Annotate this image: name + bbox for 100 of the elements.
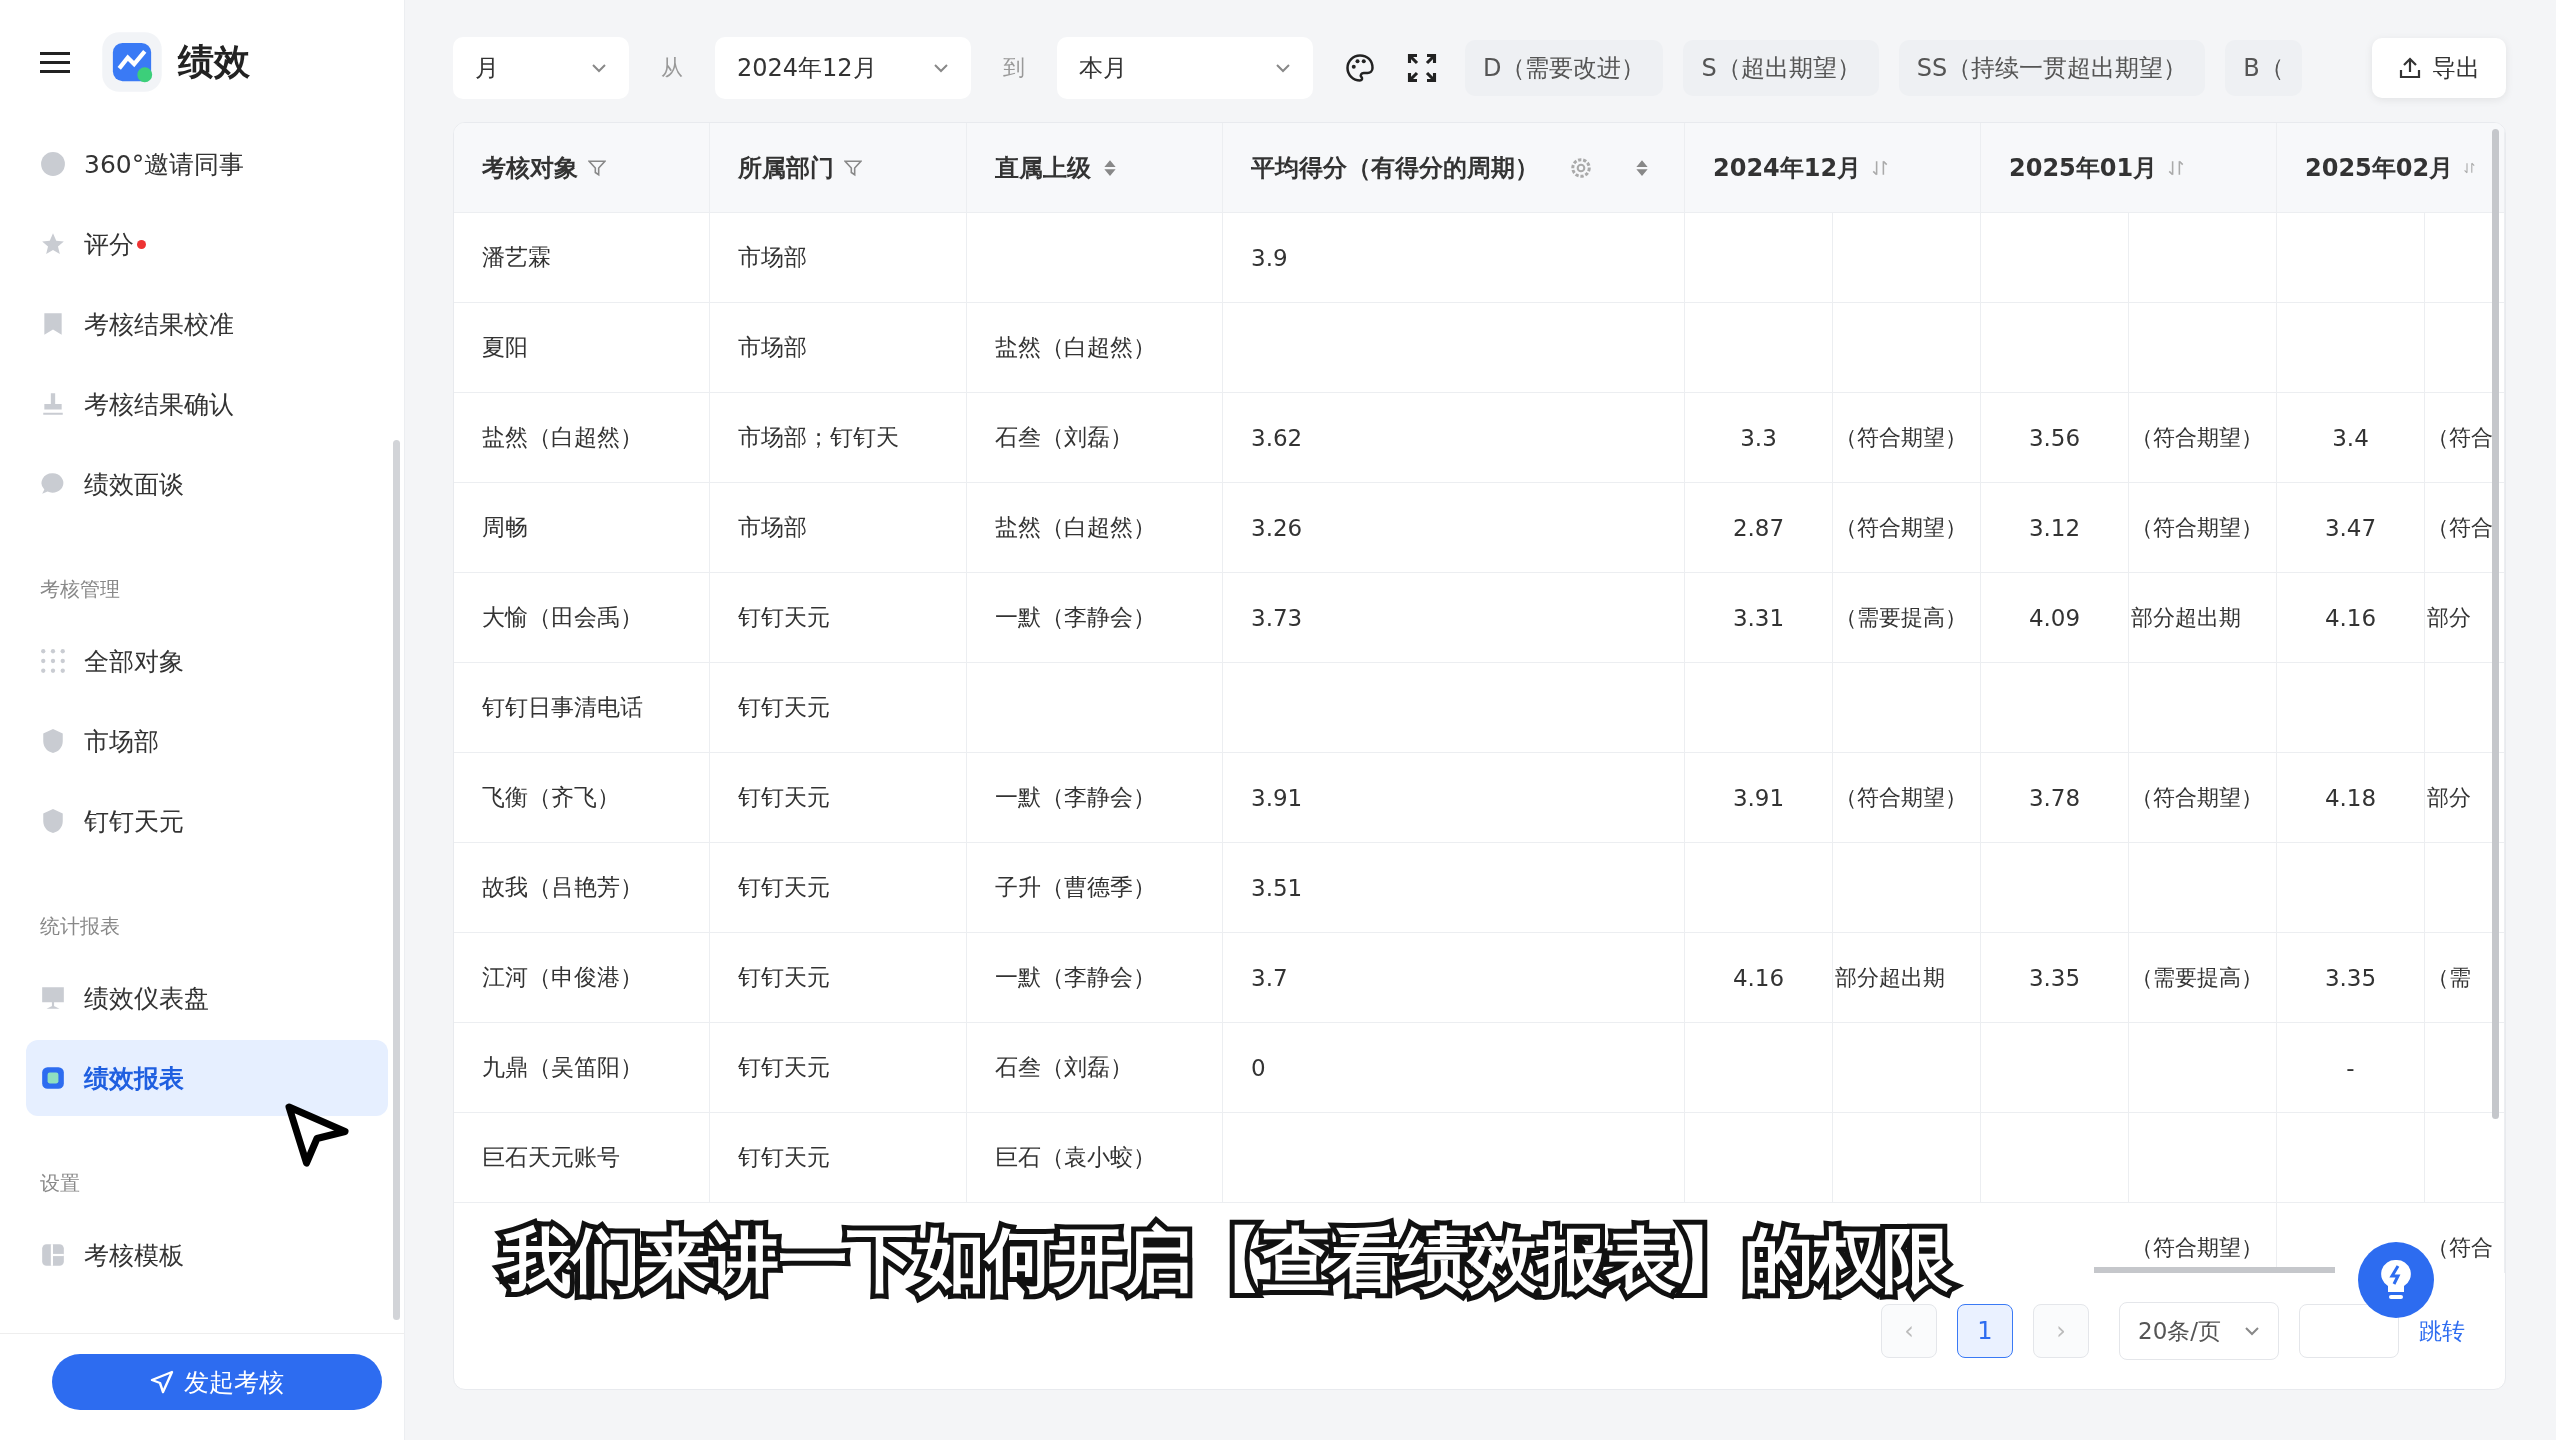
table-cell: 3.35	[2277, 933, 2425, 1023]
template-icon	[40, 1242, 66, 1268]
nav-label: 钉钉天元	[84, 805, 184, 838]
nav-label: 考核模板	[84, 1239, 184, 1272]
table-cell: 3.91	[1685, 753, 1833, 843]
column-header[interactable]: 2024年12月	[1685, 123, 1981, 213]
nav-label: 市场部	[84, 725, 159, 758]
menu-icon[interactable]	[40, 50, 70, 74]
subtitle: 我们来讲一下如何开启【查看绩效报表】的权限	[490, 1218, 1963, 1303]
to-label: 到	[1002, 54, 1026, 82]
scrollbar[interactable]	[2492, 129, 2499, 1119]
palette-icon[interactable]	[1345, 53, 1375, 83]
lightbulb-icon[interactable]	[2356, 1240, 2436, 1320]
nav-item[interactable]: 钉钉天元	[26, 783, 388, 859]
table-cell: （符合期望）	[2129, 753, 2277, 843]
page-input[interactable]	[2299, 1304, 2399, 1358]
table-cell: 3.4	[2277, 393, 2425, 483]
nav-item[interactable]: 市场部	[26, 703, 388, 779]
table-cell: 2.87	[1685, 483, 1833, 573]
nav-item[interactable]: 全部对象	[26, 623, 388, 699]
start-review-button[interactable]: 发起考核	[52, 1354, 382, 1410]
scrollbar[interactable]	[393, 440, 400, 1320]
table-cell: 九鼎（吴笛阳）	[454, 1023, 710, 1113]
column-header[interactable]: 直属上级	[967, 123, 1223, 213]
table-cell: 故我（吕艳芳）	[454, 843, 710, 933]
column-header[interactable]: 平均得分（有得分的周期）	[1223, 123, 1685, 213]
table-cell: 巨石天元账号	[454, 1113, 710, 1203]
start-month-select[interactable]: 2024年12月	[715, 37, 971, 99]
page-button[interactable]: 1	[1957, 1304, 2013, 1358]
grade-filter-chip[interactable]: S（超出期望）	[1683, 40, 1879, 96]
stamp-icon	[40, 391, 66, 417]
table-cell: 3.62	[1223, 393, 1685, 483]
nav-item[interactable]: 考核模板	[26, 1217, 388, 1293]
chevron-icon	[591, 63, 607, 73]
export-button[interactable]: 导出	[2372, 38, 2506, 98]
table-cell: 3.78	[1981, 753, 2129, 843]
table-cell: 3.9	[1223, 213, 1685, 303]
table-cell: （符合期望）	[1833, 483, 1981, 573]
filter-icon[interactable]	[844, 158, 862, 177]
table-cell: 一默（李静会）	[967, 753, 1223, 843]
column-header[interactable]: 所属部门	[710, 123, 967, 213]
sort-icon[interactable]	[1871, 158, 1890, 177]
nav-item[interactable]: 评分	[26, 206, 388, 282]
presentation-icon	[40, 985, 66, 1011]
table-cell: （符合期望）	[1833, 753, 1981, 843]
table-cell: 潘艺霖	[454, 213, 710, 303]
table-cell: 飞衡（齐飞）	[454, 753, 710, 843]
fullscreen-icon[interactable]	[1407, 53, 1437, 83]
table-cell: 钉钉天元	[710, 1113, 967, 1203]
table-cell: 4.16	[1685, 933, 1833, 1023]
nav-item[interactable]: 绩效面谈	[26, 446, 388, 522]
table-cell: 3.35	[1981, 933, 2129, 1023]
filter-icon[interactable]	[588, 158, 606, 177]
page-size-select[interactable]: 20条/页	[2119, 1302, 2279, 1360]
jump-link[interactable]: 跳转	[2419, 1315, 2465, 1347]
nav-item[interactable]: 绩效仪表盘	[26, 960, 388, 1036]
scrollbar[interactable]	[2094, 1267, 2335, 1273]
shield-icon	[40, 728, 66, 754]
table-cell: 3.7	[1223, 933, 1685, 1023]
table-cell: 市场部	[710, 483, 967, 573]
sort-icon[interactable]	[2167, 158, 2186, 177]
nav-item[interactable]: 360°邀请同事	[26, 126, 388, 202]
nav-label: 评分	[84, 228, 134, 261]
star-icon	[40, 231, 66, 257]
app-title: 绩效	[178, 39, 250, 84]
table-cell: 0	[1223, 1023, 1685, 1113]
column-header[interactable]: 考核对象	[454, 123, 710, 213]
grade-filter-chip[interactable]: D（需要改进）	[1465, 40, 1664, 96]
report-icon	[40, 1065, 66, 1091]
nav-item[interactable]: 考核结果校准	[26, 286, 388, 362]
table-cell: 市场部；钉钉天	[710, 393, 967, 483]
column-header[interactable]: 2025年02月	[2277, 123, 2505, 213]
table-cell: 大愉（田会禹）	[454, 573, 710, 663]
column-header[interactable]: 2025年01月	[1981, 123, 2277, 213]
table-cell: 3.12	[1981, 483, 2129, 573]
grid-icon	[40, 648, 66, 674]
table-cell: 市场部	[710, 303, 967, 393]
table-cell: 周畅	[454, 483, 710, 573]
nav-label: 绩效报表	[84, 1062, 184, 1095]
grade-filter-chip[interactable]: B（	[2225, 40, 2302, 96]
nav-label: 全部对象	[84, 645, 184, 678]
send-icon	[150, 1370, 174, 1394]
table-cell: 钉钉天元	[710, 753, 967, 843]
end-month-select[interactable]: 本月	[1057, 37, 1313, 99]
table-cell: 3.47	[2277, 483, 2425, 573]
table-cell: 3.56	[1981, 393, 2129, 483]
nav-label: 绩效面谈	[84, 468, 184, 501]
grade-filter-chip[interactable]: SS（持续一贯超出期望）	[1898, 40, 2206, 96]
table-cell: 钉钉天元	[710, 663, 967, 753]
table-cell: 夏阳	[454, 303, 710, 393]
settings-icon[interactable]	[1569, 155, 1593, 180]
period-select[interactable]: 月	[453, 37, 629, 99]
nav-item[interactable]: 考核结果确认	[26, 366, 388, 442]
table-cell: 部分超出期	[1833, 933, 1981, 1023]
table-cell: 市场部	[710, 213, 967, 303]
nav-item[interactable]: 绩效报表	[26, 1040, 388, 1116]
table-cell: 3.91	[1223, 753, 1685, 843]
nav-label: 360°邀请同事	[84, 148, 245, 181]
table-cell: （需要提高）	[2129, 933, 2277, 1023]
nav-label: 绩效仪表盘	[84, 982, 209, 1015]
